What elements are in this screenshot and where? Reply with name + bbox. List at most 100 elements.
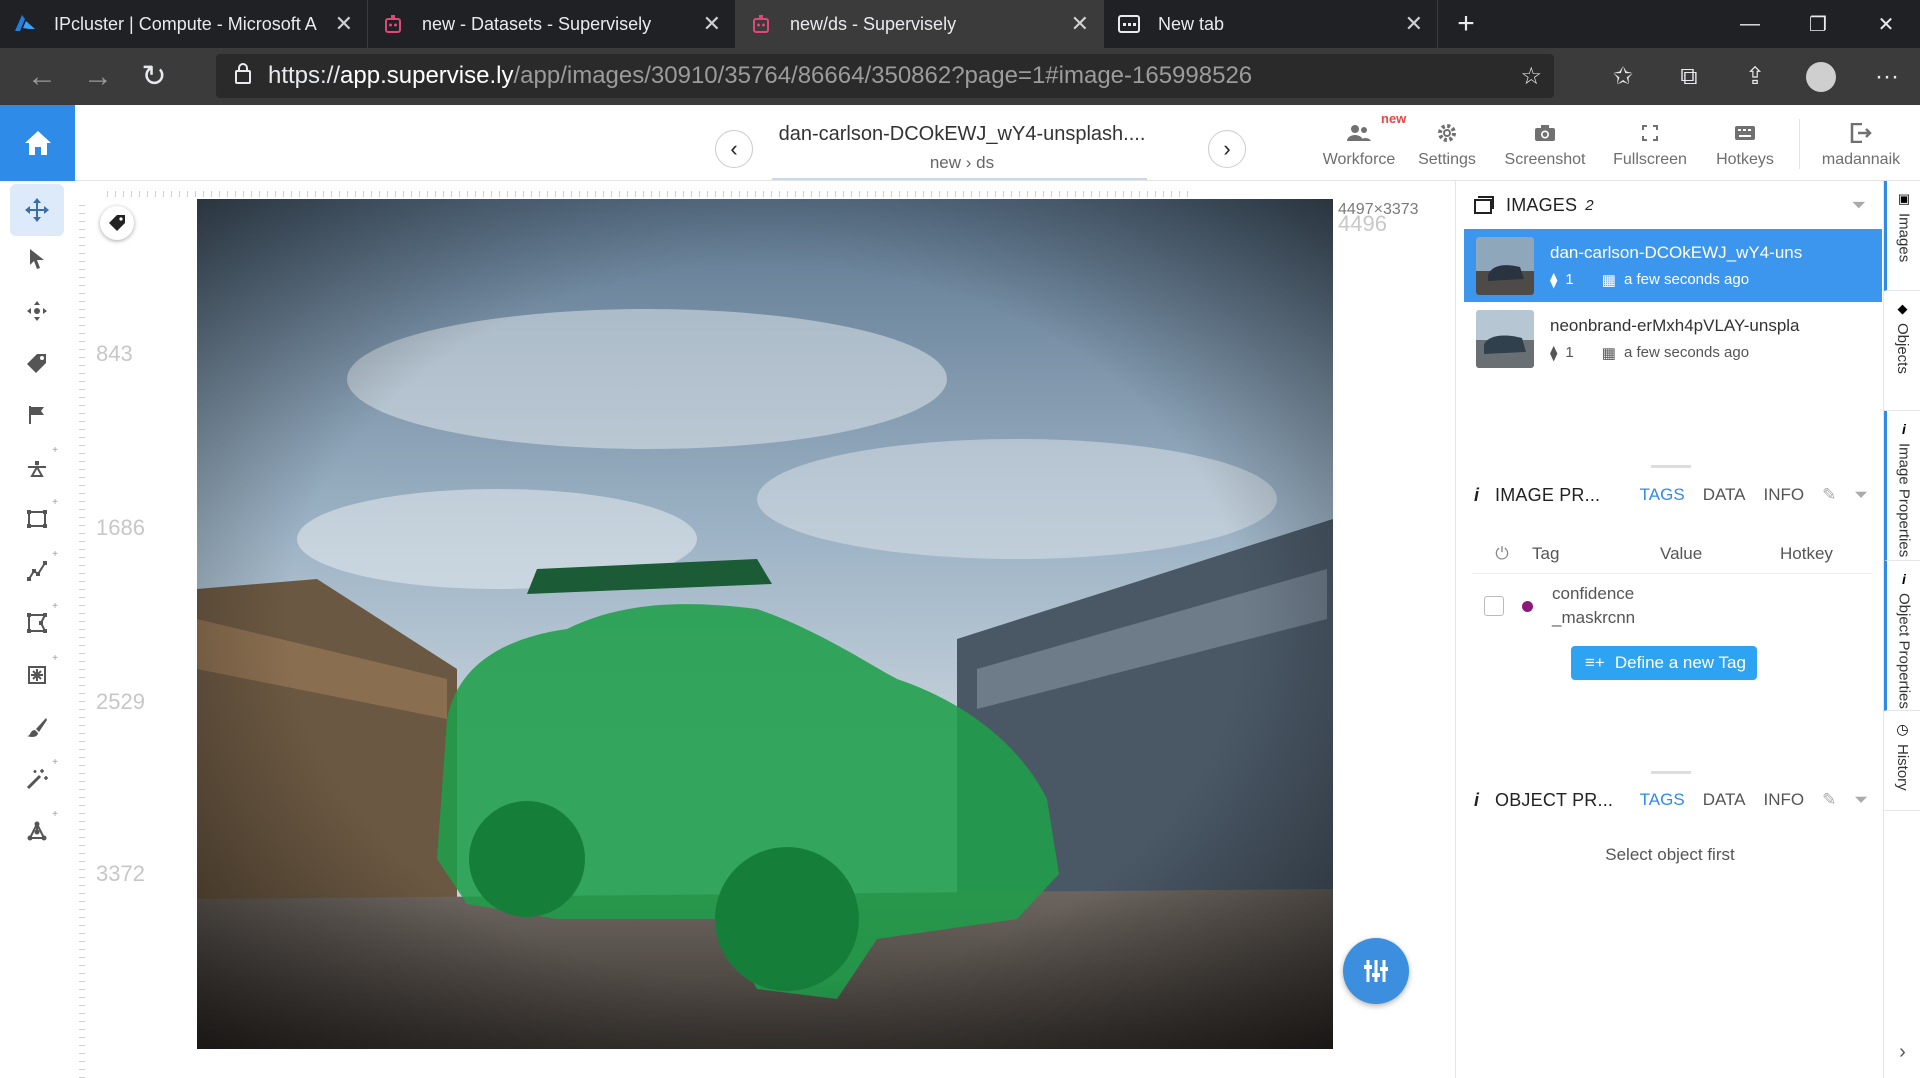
- calendar-icon: ▦: [1601, 271, 1616, 289]
- prev-image-button[interactable]: ‹: [715, 130, 753, 168]
- tags-table-header: ⏻ Tag Value Hotkey: [1472, 534, 1872, 574]
- hotkeys-button[interactable]: Hotkeys: [1703, 115, 1787, 169]
- history-icon: ◷: [1896, 721, 1909, 737]
- column-tag: Tag: [1532, 543, 1560, 563]
- move-tool[interactable]: [10, 184, 64, 236]
- url-host: app.supervise.ly: [340, 62, 514, 89]
- filter-icon[interactable]: ⏷: [1852, 195, 1866, 216]
- browser-tab[interactable]: New tab ✕: [1104, 0, 1438, 48]
- tab-data[interactable]: DATA: [1703, 485, 1746, 505]
- collapse-chevron-icon[interactable]: ›: [1884, 1041, 1920, 1064]
- close-icon[interactable]: ✕: [1405, 11, 1423, 37]
- select-tool[interactable]: [10, 233, 64, 285]
- maximize-icon[interactable]: ❐: [1784, 0, 1852, 48]
- define-tag-button[interactable]: ≡+ Define a new Tag: [1571, 646, 1757, 680]
- info-icon: i: [1474, 789, 1480, 810]
- star-icon[interactable]: ☆: [1520, 62, 1542, 91]
- move-icon: [25, 198, 49, 222]
- next-image-button[interactable]: ›: [1208, 130, 1246, 168]
- image-name: dan-carlson-DCOkEWJ_wY4-uns: [1550, 242, 1803, 262]
- back-icon[interactable]: ←: [14, 48, 70, 105]
- smarttool[interactable]: +: [10, 649, 64, 701]
- tab-tags[interactable]: TAGS: [1640, 790, 1685, 810]
- logout-button[interactable]: madannaik: [1813, 115, 1909, 169]
- graph-tool[interactable]: +: [10, 805, 64, 857]
- window-close-icon[interactable]: ✕: [1852, 0, 1920, 48]
- image-tag-button[interactable]: [100, 206, 134, 240]
- pan-tool[interactable]: [10, 285, 64, 337]
- power-icon[interactable]: ⏻: [1472, 544, 1532, 564]
- object-properties-header: i OBJECT PR... TAGS DATA INFO ✎ ⏷: [1456, 776, 1884, 824]
- tag-tool[interactable]: [10, 337, 64, 389]
- side-tab-history[interactable]: ◷ History: [1884, 711, 1920, 811]
- tag-checkbox[interactable]: [1484, 596, 1504, 616]
- tab-tags[interactable]: TAGS: [1640, 485, 1685, 505]
- flag-tool[interactable]: [10, 389, 64, 441]
- images-icon: ▣: [1897, 191, 1911, 206]
- fullscreen-button[interactable]: Fullscreen: [1605, 115, 1695, 169]
- side-tab-object-properties[interactable]: i Object Properties: [1884, 561, 1920, 711]
- screenshot-button[interactable]: Screenshot: [1495, 115, 1595, 169]
- azure-icon: [14, 13, 36, 35]
- browser-tab[interactable]: IPcluster | Compute - Microsoft A ✕: [0, 0, 368, 48]
- side-tab-image-properties[interactable]: i Image Properties: [1884, 411, 1920, 561]
- share-icon[interactable]: ⇪: [1722, 48, 1788, 105]
- objects-count: 1: [1565, 271, 1574, 288]
- favorites-icon[interactable]: ✩: [1590, 48, 1656, 105]
- more-icon[interactable]: ···: [1854, 48, 1920, 105]
- tab-info[interactable]: INFO: [1764, 790, 1805, 810]
- side-tab-objects[interactable]: ◆ Objects: [1884, 291, 1920, 411]
- adjustments-fab[interactable]: [1343, 938, 1409, 1004]
- tab-info[interactable]: INFO: [1764, 485, 1805, 505]
- tab-title: New tab: [1158, 13, 1225, 34]
- image-list-item[interactable]: dan-carlson-DCOkEWJ_wY4-uns ⧫ 1 ▦ a few …: [1464, 229, 1882, 302]
- annotation-header: ‹ dan-carlson-DCOkEWJ_wY4-unsplash.... n…: [75, 105, 1920, 181]
- browser-tab-active[interactable]: new/ds - Supervisely ✕: [736, 0, 1104, 48]
- edit-icon[interactable]: ✎: [1822, 790, 1836, 810]
- workforce-button[interactable]: new Workforce: [1315, 111, 1407, 169]
- polygon-tool[interactable]: +: [10, 597, 64, 649]
- info-icon: i: [1902, 571, 1906, 587]
- rectangle-tool[interactable]: +: [10, 493, 64, 545]
- filter-icon[interactable]: ⏷: [1854, 790, 1868, 810]
- magic-wand-icon: [26, 769, 48, 790]
- resize-grip[interactable]: [1651, 465, 1691, 468]
- brush-tool[interactable]: [10, 701, 64, 753]
- resize-grip[interactable]: [1651, 771, 1691, 774]
- magic-wand-tool[interactable]: +: [10, 753, 64, 805]
- browser-tab[interactable]: new - Datasets - Supervisely ✕: [368, 0, 736, 48]
- forward-icon[interactable]: →: [70, 48, 126, 105]
- profile-avatar[interactable]: [1788, 48, 1854, 105]
- polyline-icon: [27, 561, 47, 581]
- filter-icon[interactable]: ⏷: [1854, 485, 1868, 505]
- side-tab-images[interactable]: ▣ Images: [1884, 181, 1920, 291]
- annotated-image[interactable]: [197, 199, 1333, 1049]
- minimize-icon[interactable]: —: [1716, 0, 1784, 48]
- side-tab-label: Images: [1895, 213, 1913, 263]
- logout-icon: [1813, 115, 1909, 151]
- polyline-tool[interactable]: +: [10, 545, 64, 597]
- breadcrumb-dataset[interactable]: ds: [976, 153, 994, 172]
- point-tool[interactable]: +: [10, 441, 64, 493]
- images-section-header: IMAGES 2 ⏷: [1456, 181, 1884, 229]
- edit-icon[interactable]: ✎: [1822, 485, 1836, 505]
- plus-icon: +: [52, 445, 58, 456]
- tab-data[interactable]: DATA: [1703, 790, 1746, 810]
- pointer-icon: [30, 249, 44, 269]
- breadcrumb-project[interactable]: new: [930, 153, 961, 172]
- close-icon[interactable]: ✕: [335, 11, 353, 37]
- hotkeys-label: Hotkeys: [1716, 151, 1774, 168]
- address-bar[interactable]: https://app.supervise.ly/app/images/3091…: [216, 54, 1554, 98]
- plus-icon: +: [52, 653, 58, 664]
- close-icon[interactable]: ✕: [1071, 11, 1089, 37]
- refresh-icon[interactable]: ↻: [126, 48, 182, 105]
- home-button[interactable]: [0, 105, 75, 181]
- settings-button[interactable]: Settings: [1407, 115, 1487, 169]
- new-tab-button[interactable]: +: [1438, 0, 1494, 48]
- collections-icon[interactable]: ⧉: [1656, 48, 1722, 105]
- side-tab-label: Object Properties: [1895, 593, 1913, 709]
- annotation-canvas[interactable]: 843 1686 2529 3372 4496 4497×3373: [75, 181, 1455, 1078]
- flag-icon: [29, 406, 44, 424]
- close-icon[interactable]: ✕: [703, 11, 721, 37]
- image-list-item[interactable]: neonbrand-erMxh4pVLAY-unspla ⧫ 1 ▦ a few…: [1464, 302, 1882, 375]
